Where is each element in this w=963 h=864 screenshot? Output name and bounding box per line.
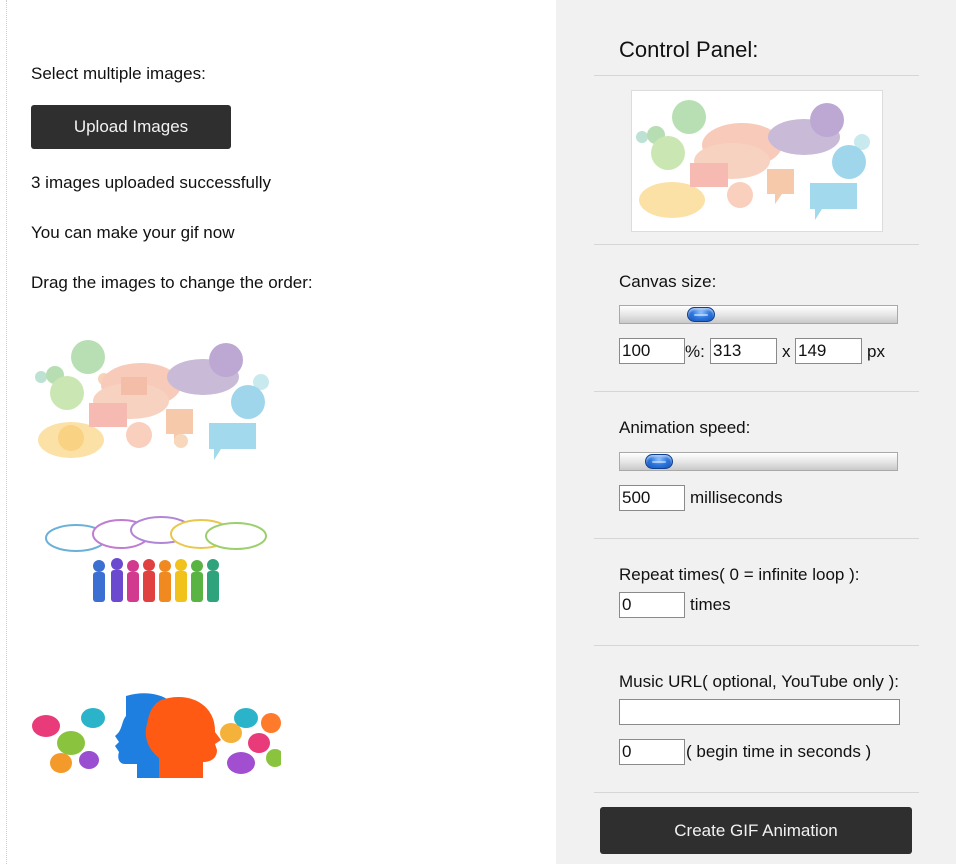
select-images-label: Select multiple images: xyxy=(31,64,206,83)
people-speech-bubbles-image[interactable] xyxy=(31,510,281,620)
animation-speed-slider[interactable] xyxy=(619,452,898,471)
social-media-cloud-icons-image[interactable] xyxy=(31,337,281,465)
divider xyxy=(594,538,919,539)
canvas-size-slider[interactable] xyxy=(619,305,898,324)
animation-speed-slider-handle[interactable] xyxy=(645,454,673,469)
divider xyxy=(594,391,919,392)
times-label: times xyxy=(690,595,731,614)
animation-speed-label: Animation speed: xyxy=(619,418,751,437)
make-gif-hint: You can make your gif now xyxy=(31,223,235,242)
create-gif-button[interactable]: Create GIF Animation xyxy=(600,807,912,854)
canvas-size-slider-handle[interactable] xyxy=(687,307,715,322)
drag-order-label: Drag the images to change the order: xyxy=(31,273,313,292)
divider xyxy=(594,75,919,76)
divider xyxy=(594,244,919,245)
divider xyxy=(594,645,919,646)
animation-speed-input[interactable] xyxy=(619,485,685,511)
repeat-times-label: Repeat times( 0 = infinite loop ): xyxy=(619,565,860,584)
percent-suffix: %: xyxy=(685,342,705,361)
music-url-label: Music URL( optional, YouTube only ): xyxy=(619,672,900,691)
begin-time-label: ( begin time in seconds ) xyxy=(686,742,872,761)
upload-status-text: 3 images uploaded successfully xyxy=(31,173,272,192)
control-panel: Control Panel: Canvas size: 100 %: 313 x… xyxy=(556,0,956,864)
px-unit-label: px xyxy=(867,342,885,361)
gif-preview xyxy=(631,90,883,232)
dimension-separator: x xyxy=(782,342,791,361)
social-media-cloud-icons-image xyxy=(636,100,870,220)
canvas-height-input[interactable] xyxy=(795,338,862,364)
two-heads-profile-image[interactable] xyxy=(31,688,281,780)
upload-images-button[interactable]: Upload Images xyxy=(31,105,231,149)
canvas-size-label: Canvas size: xyxy=(619,272,717,291)
control-panel-title: Control Panel: xyxy=(619,37,759,62)
music-url-input[interactable] xyxy=(619,699,900,725)
canvas-percent-input[interactable] xyxy=(619,338,685,364)
canvas-width-input[interactable] xyxy=(710,338,777,364)
upload-pane: Select multiple images: Upload Images 3 … xyxy=(0,0,556,864)
divider xyxy=(594,792,919,793)
repeat-times-input[interactable] xyxy=(619,592,685,618)
milliseconds-label: milliseconds xyxy=(690,488,783,507)
begin-time-input[interactable] xyxy=(619,739,685,765)
